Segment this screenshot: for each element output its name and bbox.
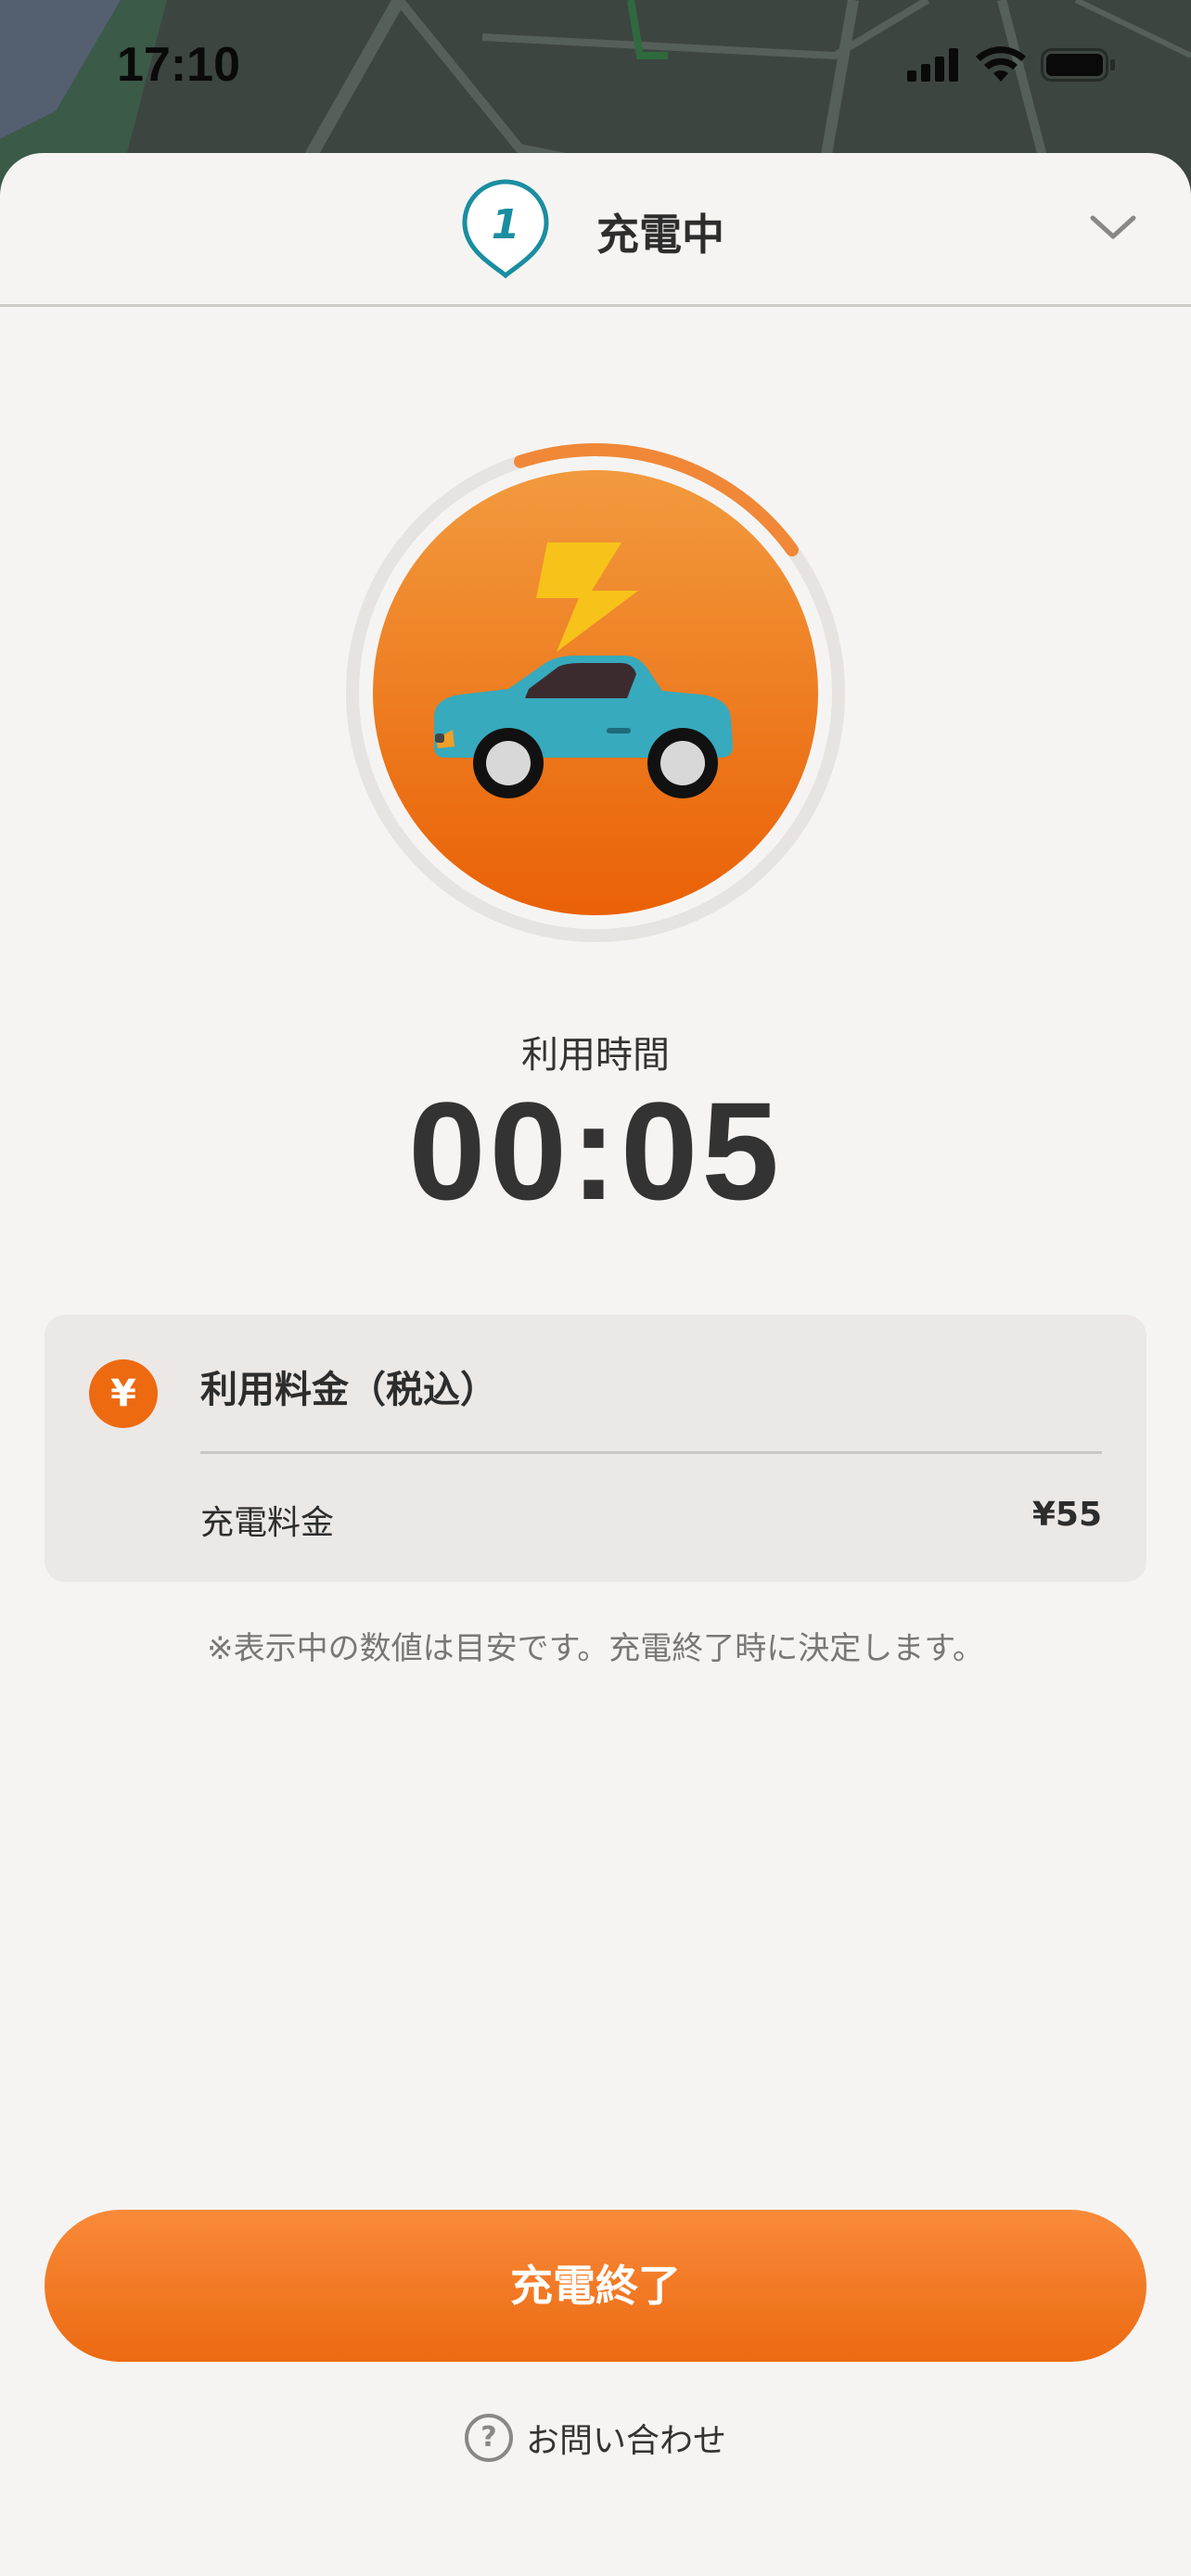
status-time: 17:10	[117, 38, 240, 92]
contact-link[interactable]: ? お問い合わせ	[0, 2414, 1191, 2469]
charging-fee-value: ¥55	[1031, 1496, 1102, 1534]
fee-card: ¥ 利用料金（税込） 充電料金 ¥55	[45, 1315, 1146, 1582]
status-bar: 17:10	[0, 0, 1191, 139]
chevron-down-icon[interactable]	[1087, 209, 1139, 246]
fee-card-title: 利用料金（税込）	[200, 1369, 497, 1411]
sheet-header[interactable]: 1 充電中	[0, 153, 1191, 307]
status-icons	[906, 46, 1117, 89]
help-icon: ?	[464, 2414, 513, 2462]
end-charging-button[interactable]: 充電終了	[45, 2210, 1146, 2362]
wifi-icon	[975, 46, 1026, 82]
usage-time-value: 00:05	[408, 1073, 783, 1229]
location-pin-icon: 1	[459, 179, 552, 281]
charging-progress-ring	[343, 440, 848, 945]
battery-icon	[1041, 48, 1115, 82]
estimate-note: ※表示中の数値は目安です。充電終了時に決定します。	[207, 1630, 984, 1667]
fee-divider	[200, 1451, 1102, 1454]
contact-label: お問い合わせ	[525, 2422, 726, 2460]
yen-icon: ¥	[89, 1359, 158, 1428]
step-number: 1	[492, 201, 520, 249]
page-title: 充電中	[596, 210, 724, 260]
signal-icon	[906, 48, 958, 82]
charging-sheet: 1 充電中 利用時間 00:05 ¥ 利用料金（税込） 充電料金 ¥55 ※表示…	[0, 153, 1191, 2576]
charging-fee-label: 充電料金	[200, 1504, 335, 1542]
